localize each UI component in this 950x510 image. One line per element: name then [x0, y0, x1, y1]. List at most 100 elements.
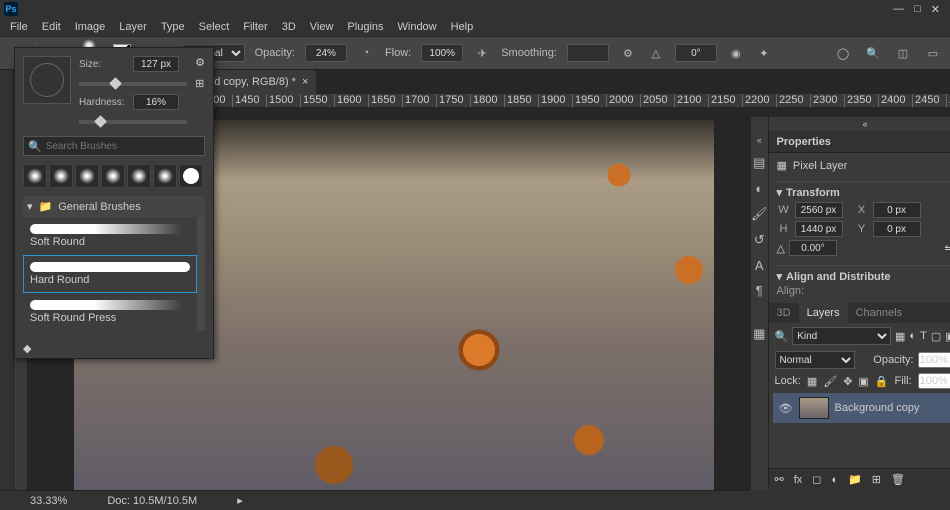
menu-select[interactable]: Select	[199, 21, 230, 33]
layer-row[interactable]: 👁 Background copy	[773, 393, 950, 423]
menu-image[interactable]: Image	[75, 21, 106, 33]
menu-help[interactable]: Help	[451, 21, 474, 33]
y-input[interactable]	[873, 221, 921, 237]
x-input[interactable]	[873, 202, 921, 218]
pressure-size-icon[interactable]: ◉	[727, 44, 745, 62]
menu-type[interactable]: Type	[161, 21, 185, 33]
menu-layer[interactable]: Layer	[119, 21, 147, 33]
history-panel-icon[interactable]: ↺	[754, 232, 765, 248]
paragraph-panel-icon[interactable]: ¶	[756, 283, 763, 298]
brush-thumb[interactable]	[75, 164, 99, 188]
menu-plugins[interactable]: Plugins	[347, 21, 383, 33]
fx-icon[interactable]: fx	[794, 474, 803, 486]
pressure-opacity-icon[interactable]: ◔	[357, 44, 375, 62]
zoom-level[interactable]: 33.33%	[30, 495, 67, 507]
title-bar: Ps — □ ✕	[0, 0, 950, 18]
lock-pixels-icon[interactable]: 🖌	[823, 375, 837, 388]
filter-shape-icon[interactable]: ▢	[931, 330, 941, 343]
filter-pixel-icon[interactable]: ▦	[895, 330, 905, 343]
angle-icon: △	[777, 242, 785, 255]
layer-opacity-input[interactable]	[918, 352, 950, 368]
brush-item-hard-round[interactable]: Hard Round	[23, 255, 197, 293]
menu-filter[interactable]: Filter	[243, 21, 267, 33]
new-layer-icon[interactable]: ⊞	[872, 473, 881, 486]
filter-adjust-icon[interactable]: ◐	[909, 330, 916, 342]
arrange-icon[interactable]: ◫	[894, 44, 912, 62]
tab-channels[interactable]: Channels	[848, 303, 910, 323]
new-preset-icon[interactable]: ⊞	[195, 77, 205, 90]
filter-smart-icon[interactable]: ▣	[945, 330, 950, 343]
doc-size[interactable]: Doc: 10.5M/10.5M	[107, 495, 197, 507]
minimize-button[interactable]: —	[893, 3, 904, 16]
filter-kind-select[interactable]: Kind	[792, 327, 891, 345]
opacity-input[interactable]	[305, 44, 347, 62]
height-input[interactable]	[795, 221, 843, 237]
size-input[interactable]	[133, 56, 179, 72]
brush-item-soft-round[interactable]: Soft Round	[23, 217, 197, 255]
search-icon[interactable]: 🔍	[864, 44, 882, 62]
adjustments-panel-icon[interactable]: ◐	[755, 181, 763, 196]
collapse-icon[interactable]: «	[757, 135, 762, 145]
close-button[interactable]: ✕	[931, 3, 940, 16]
airbrush-icon[interactable]: ✈	[473, 44, 491, 62]
swatches-panel-icon[interactable]: ▦	[753, 326, 765, 342]
mask-icon[interactable]: ◻	[812, 473, 821, 486]
settings-gear-icon[interactable]: ⚙	[195, 56, 205, 69]
menu-view[interactable]: View	[310, 21, 334, 33]
brush-panel-icon[interactable]: 🖌	[751, 206, 768, 222]
properties-header[interactable]: Properties	[769, 131, 950, 153]
tab-layers[interactable]: Layers	[799, 303, 848, 323]
hardness-input[interactable]	[133, 94, 179, 110]
brush-folder-header[interactable]: ▾ 📁 General Brushes	[23, 196, 205, 217]
resize-handle-icon[interactable]: ◆	[23, 343, 31, 355]
visibility-icon[interactable]: 👁	[779, 402, 793, 415]
angle-input[interactable]	[675, 44, 717, 62]
symmetry-icon[interactable]: ✦	[755, 44, 773, 62]
width-input[interactable]	[795, 202, 843, 218]
menu-file[interactable]: File	[10, 21, 28, 33]
brush-thumb[interactable]	[49, 164, 73, 188]
adjustment-layer-icon[interactable]: ◐	[831, 474, 838, 486]
fill-input[interactable]	[918, 373, 950, 389]
menu-edit[interactable]: Edit	[42, 21, 61, 33]
search-input[interactable]	[46, 141, 200, 152]
brush-search[interactable]: 🔍	[23, 136, 205, 156]
trash-icon[interactable]: 🗑	[891, 473, 905, 486]
link-layers-icon[interactable]: ⚯	[775, 473, 784, 486]
filter-type-icon[interactable]: T	[920, 330, 927, 342]
close-tab-icon[interactable]: ×	[302, 76, 308, 88]
brush-thumb[interactable]	[23, 164, 47, 188]
layers-panel-icon[interactable]: ▤	[753, 155, 765, 171]
maximize-button[interactable]: □	[914, 3, 921, 16]
cloud-icon[interactable]: ◯	[834, 44, 852, 62]
lock-transparency-icon[interactable]: ▦	[807, 375, 817, 388]
menu-window[interactable]: Window	[398, 21, 437, 33]
brush-thumb[interactable]	[101, 164, 125, 188]
blend-mode-select[interactable]: Normal	[775, 351, 855, 369]
chevron-right-icon[interactable]: ▸	[237, 494, 243, 507]
brush-thumb[interactable]	[127, 164, 151, 188]
flip-h-icon[interactable]: ⇋	[944, 242, 950, 255]
lock-all-icon[interactable]: 🔒	[875, 375, 889, 388]
align-section-label[interactable]: Align and Distribute	[786, 271, 891, 283]
lock-artboard-icon[interactable]: ▣	[858, 375, 868, 388]
workspace-icon[interactable]: ▭	[924, 44, 942, 62]
transform-section-label[interactable]: Transform	[786, 187, 840, 199]
brush-thumb[interactable]	[153, 164, 177, 188]
brush-thumb[interactable]	[179, 164, 203, 188]
layer-name-label[interactable]: Background copy	[835, 402, 920, 414]
smoothing-label: Smoothing:	[501, 47, 557, 59]
character-panel-icon[interactable]: A	[755, 258, 764, 273]
menu-3d[interactable]: 3D	[282, 21, 296, 33]
tab-3d[interactable]: 3D	[769, 303, 799, 323]
angle-icon[interactable]: △	[647, 44, 665, 62]
rotation-input[interactable]	[789, 240, 837, 256]
lock-position-icon[interactable]: ✥	[843, 375, 852, 388]
pixel-layer-icon: ▦	[777, 159, 787, 172]
smoothing-input[interactable]	[567, 44, 609, 62]
flow-input[interactable]	[421, 44, 463, 62]
gear-icon[interactable]: ⚙	[619, 44, 637, 62]
brush-item-soft-round-press[interactable]: Soft Round Press	[23, 293, 197, 331]
group-icon[interactable]: 📁	[848, 473, 862, 486]
layer-thumbnail[interactable]	[799, 397, 829, 419]
